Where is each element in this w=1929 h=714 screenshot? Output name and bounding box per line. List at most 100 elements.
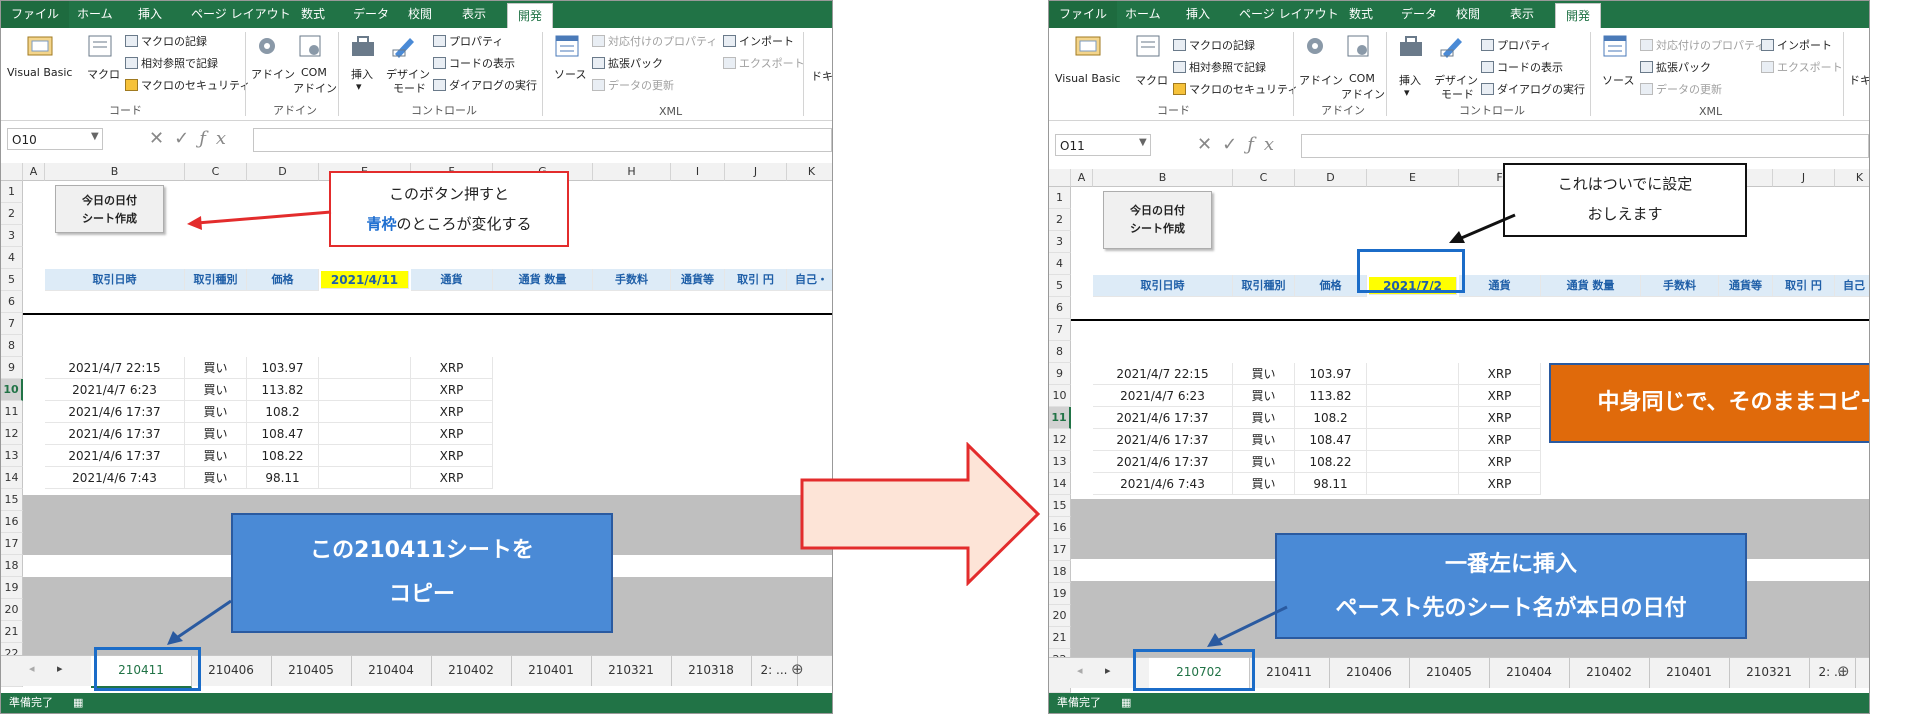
- row-header[interactable]: 1: [1049, 187, 1071, 209]
- header-cell[interactable]: 手数料: [1641, 275, 1719, 297]
- header-cell[interactable]: 価格: [247, 269, 319, 291]
- record-macro-button[interactable]: マクロの記録: [125, 33, 207, 49]
- fx-icon[interactable]: ƒx: [1247, 134, 1284, 155]
- com-addins-label-2[interactable]: アドイン: [293, 80, 337, 96]
- run-dialog-button[interactable]: ダイアログの実行: [433, 77, 537, 93]
- tab-insert[interactable]: 挿入: [1176, 1, 1220, 28]
- sheet-tab[interactable]: 210318: [671, 656, 752, 686]
- column-header[interactable]: J: [1773, 169, 1835, 187]
- sheet-tab[interactable]: 210321: [1729, 658, 1810, 688]
- macro-button[interactable]: マクロ: [1135, 72, 1168, 88]
- row-header[interactable]: 5: [1049, 275, 1071, 297]
- currency-cell[interactable]: XRP: [411, 467, 493, 489]
- select-all-corner[interactable]: [1049, 169, 1071, 187]
- properties-button[interactable]: プロパティ: [433, 33, 503, 49]
- empty-cell[interactable]: [1367, 363, 1459, 385]
- row-header[interactable]: 4: [1, 247, 23, 269]
- empty-cell[interactable]: [1367, 451, 1459, 473]
- trade-date-cell[interactable]: 2021/4/7 22:15: [45, 357, 185, 379]
- row-header[interactable]: 13: [1, 445, 23, 467]
- visual-basic-button[interactable]: Visual Basic: [7, 66, 72, 79]
- currency-cell[interactable]: XRP: [1459, 429, 1541, 451]
- tab-developer[interactable]: 開発: [1555, 3, 1602, 29]
- header-cell[interactable]: 通貨: [411, 269, 493, 291]
- tab-formulas[interactable]: 数式: [1339, 1, 1383, 28]
- macro-record-icon[interactable]: ▦: [73, 696, 83, 709]
- row-header[interactable]: 10: [1049, 385, 1071, 407]
- price-cell[interactable]: 108.2: [1295, 407, 1367, 429]
- row-header[interactable]: 3: [1, 225, 23, 247]
- header-cell[interactable]: 通貨 数量: [493, 269, 593, 291]
- row-header[interactable]: 5: [1, 269, 23, 291]
- relative-ref-button[interactable]: 相対参照で記録: [125, 55, 218, 71]
- currency-cell[interactable]: XRP: [411, 423, 493, 445]
- import-button[interactable]: インポート: [1761, 37, 1832, 53]
- empty-cell[interactable]: [1367, 385, 1459, 407]
- column-header[interactable]: C: [1233, 169, 1295, 187]
- trade-date-cell[interactable]: 2021/4/7 22:15: [1093, 363, 1233, 385]
- scroll-right-icon[interactable]: ▸: [57, 662, 63, 675]
- price-cell[interactable]: 113.82: [1295, 385, 1367, 407]
- tab-data[interactable]: データ: [343, 1, 399, 28]
- currency-cell[interactable]: XRP: [1459, 363, 1541, 385]
- sheet-tab[interactable]: 210405: [1409, 658, 1490, 688]
- header-cell[interactable]: 通貨 数量: [1541, 275, 1641, 297]
- relative-ref-button[interactable]: 相対参照で記録: [1173, 59, 1266, 75]
- header-cell[interactable]: 手数料: [593, 269, 671, 291]
- row-header[interactable]: 9: [1049, 363, 1071, 385]
- tab-page-layout[interactable]: ページ レイアウト: [181, 1, 301, 28]
- price-cell[interactable]: 108.47: [1295, 429, 1367, 451]
- row-header[interactable]: 17: [1, 533, 23, 555]
- tab-view[interactable]: 表示: [452, 1, 496, 28]
- formula-input[interactable]: [1301, 134, 1869, 158]
- row-header[interactable]: 3: [1049, 231, 1071, 253]
- trade-date-cell[interactable]: 2021/4/6 17:37: [45, 401, 185, 423]
- expansion-pack-button[interactable]: 拡張パック: [1640, 59, 1711, 75]
- scroll-right-icon[interactable]: ▸: [1105, 664, 1111, 677]
- row-header[interactable]: 20: [1049, 605, 1071, 627]
- column-header[interactable]: E: [1367, 169, 1459, 187]
- price-cell[interactable]: 98.11: [1295, 473, 1367, 495]
- fx-icon[interactable]: ƒx: [199, 128, 236, 149]
- xml-source-button[interactable]: ソース: [1602, 72, 1634, 88]
- row-header[interactable]: 7: [1, 313, 23, 335]
- row-header[interactable]: 14: [1049, 473, 1071, 495]
- column-header[interactable]: I: [671, 163, 725, 181]
- column-header[interactable]: A: [1071, 169, 1093, 187]
- column-header[interactable]: B: [1093, 169, 1233, 187]
- macro-security-button[interactable]: マクロのセキュリティ: [125, 77, 250, 93]
- enter-icon[interactable]: ✓: [1222, 134, 1247, 155]
- sheet-tab[interactable]: 210406: [1329, 658, 1410, 688]
- properties-button[interactable]: プロパティ: [1481, 37, 1551, 53]
- row-header[interactable]: 12: [1049, 429, 1071, 451]
- add-sheet-icon[interactable]: ⊕: [791, 660, 804, 678]
- trade-type-cell[interactable]: 買い: [185, 445, 247, 467]
- header-cell[interactable]: 通貨: [1459, 275, 1541, 297]
- row-header[interactable]: 9: [1, 357, 23, 379]
- scroll-left-icon[interactable]: ◂: [29, 662, 35, 675]
- row-header[interactable]: 17: [1049, 539, 1071, 561]
- xml-source-button[interactable]: ソース: [554, 66, 586, 82]
- trade-type-cell[interactable]: 買い: [185, 379, 247, 401]
- row-header[interactable]: 2: [1049, 209, 1071, 231]
- tab-view[interactable]: 表示: [1500, 1, 1544, 28]
- trade-date-cell[interactable]: 2021/4/6 17:37: [1093, 407, 1233, 429]
- trade-date-cell[interactable]: 2021/4/6 17:37: [45, 423, 185, 445]
- currency-cell[interactable]: XRP: [411, 379, 493, 401]
- com-addins-label-1[interactable]: COM: [301, 66, 327, 79]
- enter-icon[interactable]: ✓: [174, 128, 199, 149]
- trade-date-cell[interactable]: 2021/4/7 6:23: [45, 379, 185, 401]
- import-button[interactable]: インポート: [723, 33, 794, 49]
- expansion-pack-button[interactable]: 拡張パック: [592, 55, 663, 71]
- run-dialog-button[interactable]: ダイアログの実行: [1481, 81, 1585, 97]
- row-header[interactable]: 15: [1, 489, 23, 511]
- header-cell[interactable]: 通貨等: [671, 269, 725, 291]
- price-cell[interactable]: 108.22: [1295, 451, 1367, 473]
- tab-formulas[interactable]: 数式: [291, 1, 335, 28]
- trade-date-cell[interactable]: 2021/4/7 6:23: [1093, 385, 1233, 407]
- trade-type-cell[interactable]: 買い: [185, 401, 247, 423]
- empty-cell[interactable]: [319, 357, 411, 379]
- empty-cell[interactable]: [1367, 407, 1459, 429]
- scroll-left-icon[interactable]: ◂: [1077, 664, 1083, 677]
- refresh-data-button[interactable]: データの更新: [592, 77, 674, 93]
